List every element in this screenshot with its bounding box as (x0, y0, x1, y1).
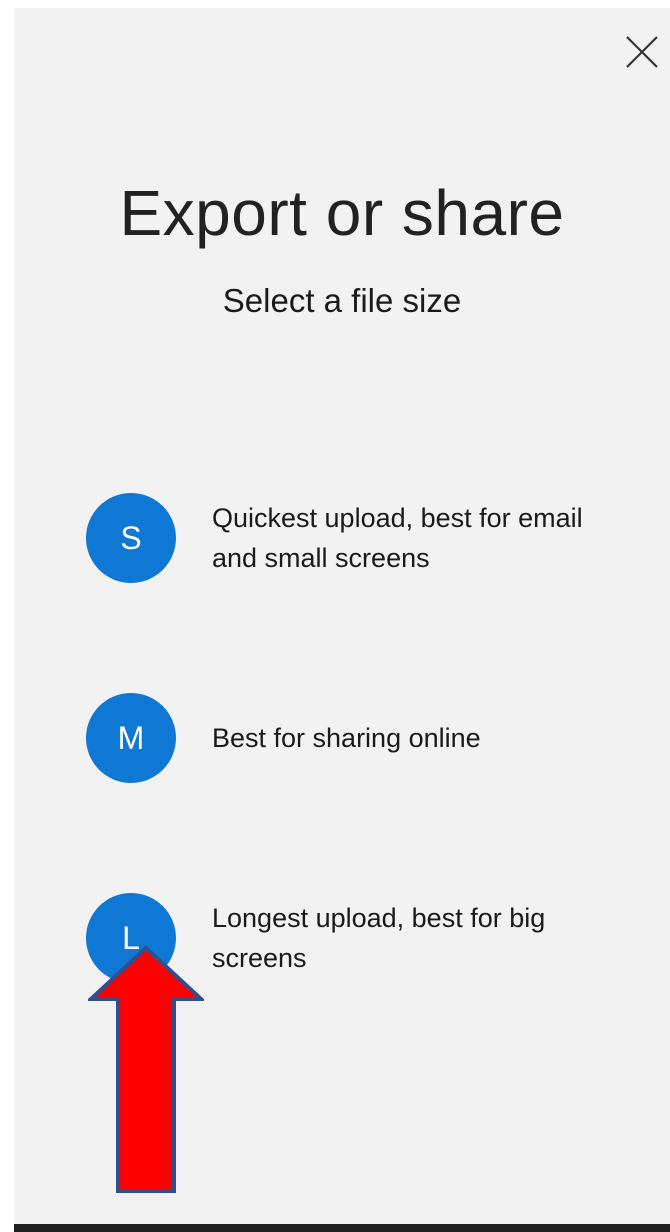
size-option-description: Longest upload, best for big screens (212, 903, 546, 973)
size-option-description: Best for sharing online (212, 723, 481, 753)
close-button[interactable] (620, 30, 664, 74)
size-badge-medium: M (86, 693, 176, 783)
page-subtitle: Select a file size (222, 282, 462, 319)
page-title: Export or share (119, 177, 565, 249)
size-option-medium[interactable]: M Best for sharing online (86, 690, 646, 786)
close-icon (626, 36, 658, 68)
red-arrow-icon (88, 945, 204, 1193)
size-badge-small: S (86, 493, 176, 583)
size-option-small[interactable]: S Quickest upload, best for email and sm… (86, 490, 646, 586)
window-bottom-border (14, 1224, 670, 1232)
size-option-description: Quickest upload, best for email and smal… (212, 503, 583, 573)
